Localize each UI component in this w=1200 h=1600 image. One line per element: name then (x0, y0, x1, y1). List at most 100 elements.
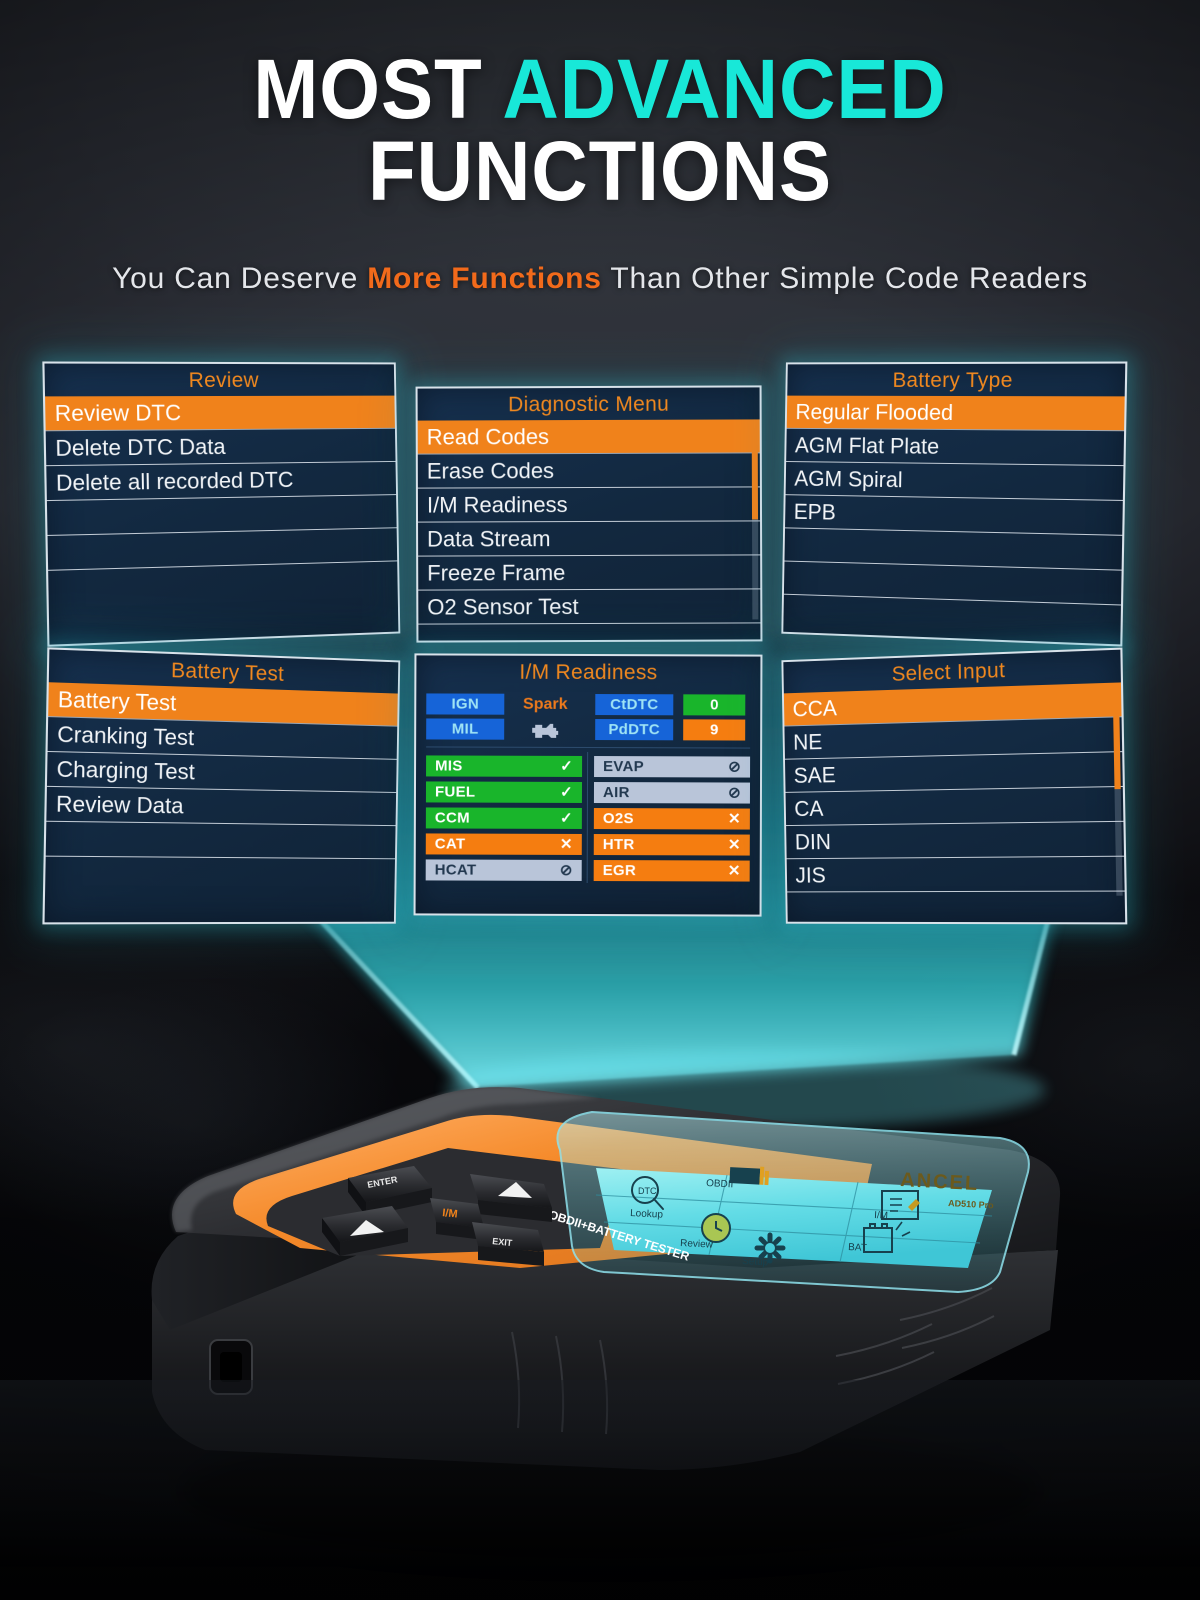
im-monitor-label: O2S (602, 810, 634, 828)
menu-item[interactable]: SAE (784, 752, 1123, 793)
subtitle-before: You Can Deserve (112, 262, 368, 295)
im-monitor-label: EVAP (603, 758, 645, 776)
im-monitor-chip[interactable]: AIR ⊘ (593, 782, 751, 804)
menu-item[interactable]: Read Codes (417, 419, 760, 455)
headline-advanced: ADVANCED (502, 42, 947, 136)
screen-label-lookup: Lookup (630, 1208, 664, 1221)
im-monitor-chip[interactable]: CCM ✓ (425, 807, 582, 829)
im-monitor-label: MIS (435, 757, 463, 775)
subtitle: You Can Deserve More Functions Than Othe… (0, 262, 1200, 296)
menu-item[interactable]: JIS (786, 856, 1125, 893)
menu-item[interactable]: Data Stream (418, 521, 761, 557)
im-monitor-chip[interactable]: EVAP ⊘ (594, 756, 751, 778)
not-available-icon: ⊘ (559, 861, 573, 879)
menu-item[interactable]: O2 Sensor Test (418, 589, 761, 625)
engine-icon (514, 719, 576, 739)
menu-select-input: CCA NE SAE CA DIN JIS (783, 682, 1125, 896)
menu-diagnostic: Read Codes Erase Codes I/M Readiness Dat… (417, 419, 761, 625)
obd-scanner-device: DTC Lookup OBDII I/M Review BAT Setup AN… (151, 1087, 1061, 1562)
menu-item[interactable]: Review DTC (45, 395, 395, 432)
screen-label-bat: BAT (848, 1242, 867, 1254)
im-monitor-label: HTR (602, 836, 635, 854)
im-monitor-chip[interactable]: HTR ✕ (593, 834, 750, 856)
panel-diagnostic-menu[interactable]: Diagnostic Menu Read Codes Erase Codes I… (415, 385, 763, 643)
menu-review: Review DTC Delete DTC Data Delete all re… (45, 395, 398, 571)
menu-battery-type: Regular Flooded AGM Flat Plate AGM Spira… (783, 395, 1125, 606)
im-monitor-column-left: MIS ✓ FUEL ✓ CCM ✓ CAT ✕ HCAT ⊘ (425, 755, 583, 881)
im-ctdtc-row: CtDTC 0 (595, 694, 750, 716)
scrollbar[interactable] (751, 419, 759, 620)
panel-im-readiness[interactable]: I/M Readiness IGN Spark MIL CtDTC 0 PdDT… (413, 653, 763, 917)
im-monitor-chip[interactable]: O2S ✕ (593, 808, 750, 830)
menu-item[interactable]: Regular Flooded (786, 395, 1125, 432)
screen-label-obdii: OBDII (706, 1178, 734, 1190)
im-tag-pddtc: PdDTC (595, 719, 674, 741)
panel-title-diagnostic-menu: Diagnostic Menu (508, 392, 670, 417)
menu-item[interactable]: Delete DTC Data (45, 428, 396, 467)
menu-battery-test: Battery Test Cranking Test Charging Test… (45, 682, 398, 860)
menu-item[interactable]: CA (785, 786, 1124, 827)
panel-select-input[interactable]: Select Input CCA NE SAE CA DIN JIS (781, 647, 1128, 925)
cross-icon: ✕ (727, 836, 741, 854)
obdii-icon (729, 1166, 770, 1186)
headline-line-2: FUNCTIONS (367, 124, 833, 219)
im-monitor-chip[interactable]: CAT ✕ (425, 833, 582, 855)
check-icon: ✓ (560, 783, 574, 801)
im-ign-row: IGN Spark (426, 693, 581, 715)
im-monitor-label: AIR (602, 784, 630, 802)
cross-icon: ✕ (559, 835, 573, 853)
menu-item[interactable]: I/M Readiness (417, 487, 761, 523)
not-available-icon: ⊘ (728, 758, 742, 776)
headline-line-1: MOST ADVANCED (42, 47, 1158, 131)
panel-review[interactable]: Review Review DTC Delete DTC Data Delete… (42, 361, 401, 647)
menu-item[interactable]: DIN (786, 821, 1125, 860)
panel-title-im-readiness: I/M Readiness (519, 660, 658, 685)
im-summary-row: IGN Spark MIL CtDTC 0 PdDTC 9 (426, 689, 751, 749)
im-pddtc-row: PdDTC 9 (595, 719, 750, 741)
subtitle-highlight: More Functions (367, 262, 602, 295)
cross-icon: ✕ (727, 862, 741, 880)
obd-port (209, 1339, 253, 1395)
im-monitor-column-right: EVAP ⊘ AIR ⊘ O2S ✕ HTR ✕ EGR ✕ (593, 756, 751, 882)
im-monitor-chip[interactable]: EGR ✕ (593, 860, 750, 882)
panel-title-battery-type: Battery Type (892, 368, 1013, 393)
im-hotkey-label: I/M (442, 1207, 458, 1221)
svg-text:DTC: DTC (638, 1186, 657, 1196)
im-monitor-chip[interactable]: FUEL ✓ (425, 781, 583, 803)
panel-battery-test[interactable]: Battery Test Battery Test Cranking Test … (42, 647, 401, 925)
panel-title-review: Review (188, 368, 259, 393)
im-tag-ign: IGN (426, 693, 505, 715)
menu-item[interactable]: Review Data (46, 786, 397, 827)
im-monitor-label: HCAT (434, 861, 477, 879)
im-mil-row: MIL (426, 718, 581, 740)
im-value-ctdtc: 0 (683, 694, 746, 716)
im-value-pddtc: 9 (683, 719, 746, 741)
check-icon: ✓ (560, 757, 574, 775)
im-monitor-chip[interactable]: HCAT ⊘ (425, 859, 582, 881)
im-value-spark: Spark (523, 695, 568, 713)
check-icon: ✓ (559, 809, 573, 827)
review-clock-icon (701, 1213, 731, 1243)
not-available-icon: ⊘ (728, 784, 742, 802)
exit-key-label: EXIT (492, 1236, 513, 1248)
menu-item[interactable]: Freeze Frame (418, 555, 761, 591)
im-monitor-label: FUEL (434, 783, 476, 801)
menu-item-empty (45, 821, 396, 860)
cross-icon: ✕ (727, 810, 741, 828)
im-summary-right: CtDTC 0 PdDTC 9 (595, 694, 750, 741)
headline-block: MOST ADVANCED FUNCTIONS (0, 47, 1200, 219)
im-monitor-label: CCM (434, 809, 470, 827)
brand-name: ANCEL (900, 1169, 980, 1195)
panel-battery-type[interactable]: Battery Type Regular Flooded AGM Flat Pl… (781, 361, 1128, 647)
im-monitor-label: EGR (602, 862, 637, 880)
im-summary-left: IGN Spark MIL (426, 693, 581, 740)
headline-most: MOST (253, 42, 503, 136)
im-tag-ctdtc: CtDTC (595, 694, 674, 716)
im-monitor-chip[interactable]: MIS ✓ (426, 755, 583, 777)
im-tag-mil: MIL (426, 718, 505, 740)
menu-item[interactable]: AGM Flat Plate (786, 428, 1125, 467)
im-monitor-label: CAT (434, 835, 466, 853)
menu-item[interactable]: Erase Codes (417, 453, 760, 489)
subtitle-after: Than Other Simple Code Readers (601, 262, 1088, 295)
screen-label-im: I/M (874, 1210, 888, 1222)
